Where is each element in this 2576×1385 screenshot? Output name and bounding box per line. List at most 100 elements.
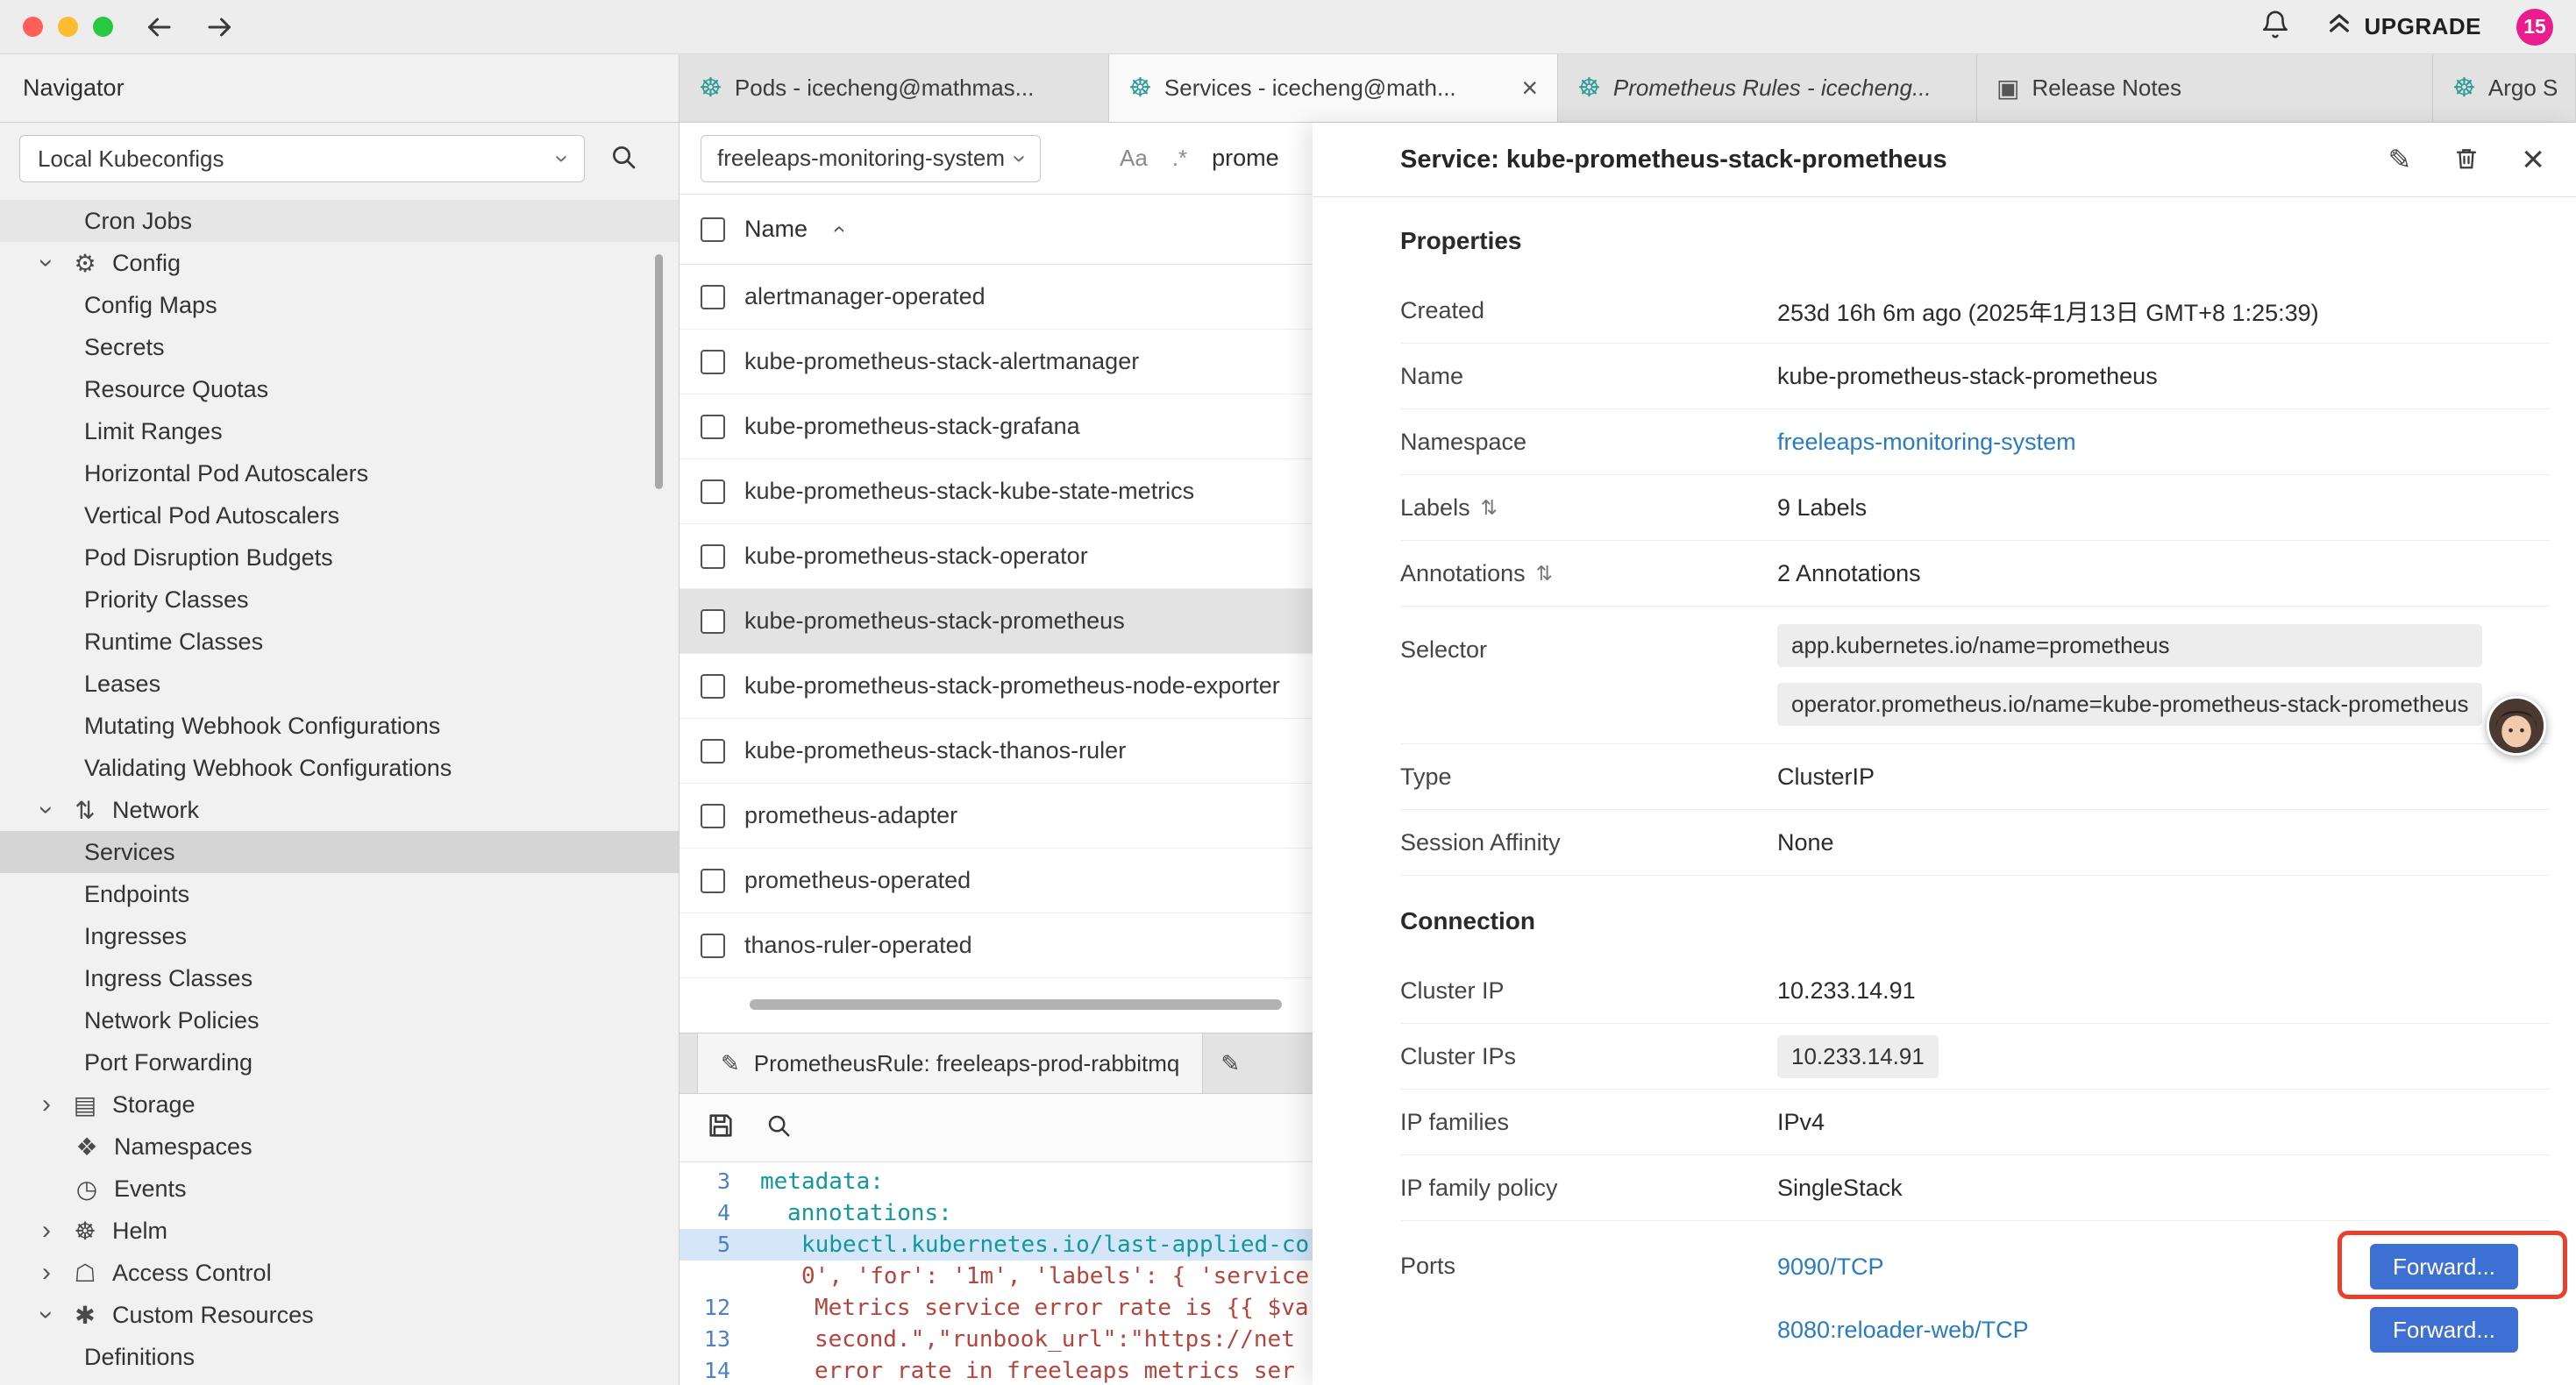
sidebar-group-helm[interactable]: › ☸ Helm [0, 1210, 679, 1252]
tab-argo[interactable]: ☸ Argo S [2433, 54, 2576, 122]
tab-release-notes[interactable]: ▣ Release Notes [1977, 54, 2433, 122]
table-row[interactable]: prometheus-operated [680, 849, 1313, 913]
sidebar-item-port-forwarding[interactable]: Port Forwarding [0, 1041, 679, 1083]
kubeconfig-select[interactable]: Local Kubeconfigs › [19, 135, 585, 182]
tab-prometheus-rules[interactable]: ☸ Prometheus Rules - icecheng... [1558, 54, 1977, 122]
bell-icon[interactable] [2260, 10, 2290, 44]
sidebar-item-definitions[interactable]: Definitions [0, 1336, 679, 1378]
sidebar-item-limit-ranges[interactable]: Limit Ranges [0, 410, 679, 452]
select-all-checkbox[interactable] [701, 217, 725, 242]
row-checkbox[interactable] [701, 804, 725, 828]
horizontal-scrollbar[interactable] [750, 999, 1282, 1010]
editor-line: 13second.","runbook_url":"https://net [680, 1324, 1313, 1355]
editor-line: 12Metrics service error rate is {{ $va [680, 1292, 1313, 1324]
sidebar-item-leases[interactable]: Leases [0, 663, 679, 705]
sidebar-item-horizontal-pod-autoscalers[interactable]: Horizontal Pod Autoscalers [0, 452, 679, 494]
row-checkbox[interactable] [701, 350, 725, 374]
titlebar: UPGRADE 15 [0, 0, 2576, 54]
sidebar-group-access-control[interactable]: › ☖ Access Control [0, 1252, 679, 1294]
table-row[interactable]: kube-prometheus-stack-alertmanager [680, 330, 1313, 394]
sidebar-group-network[interactable]: › ⇅ Network [0, 789, 679, 831]
sidebar-item-config-maps[interactable]: Config Maps [0, 284, 679, 326]
row-checkbox[interactable] [701, 415, 725, 439]
port-link-8080-reloader-web[interactable]: 8080:reloader-web/TCP [1777, 1317, 2029, 1344]
table-row[interactable]: prometheus-adapter [680, 784, 1313, 849]
sidebar-item-secrets[interactable]: Secrets [0, 326, 679, 368]
table-row[interactable]: kube-prometheus-stack-operator [680, 524, 1313, 589]
drawer-title: Service: kube-prometheus-stack-prometheu… [1400, 146, 1947, 174]
notes-icon: ▣ [1996, 74, 2019, 103]
tab-services[interactable]: ☸ Services - icecheng@math... × [1109, 54, 1558, 122]
ip-families-row: IP families IPv4 [1400, 1090, 2550, 1155]
match-case-toggle[interactable]: Aa [1120, 145, 1148, 172]
avatar[interactable] [2487, 696, 2546, 756]
notification-count-badge[interactable]: 15 [2516, 9, 2553, 46]
row-checkbox[interactable] [701, 934, 725, 958]
maximize-window-button[interactable] [93, 17, 113, 37]
sidebar-search-icon[interactable] [609, 143, 637, 175]
sidebar-item-network-policies[interactable]: Network Policies [0, 999, 679, 1041]
regex-toggle[interactable]: .* [1172, 145, 1187, 172]
sidebar-item-cron-jobs[interactable]: Cron Jobs [0, 200, 679, 242]
close-window-button[interactable] [23, 17, 43, 37]
yaml-editor[interactable]: 3metadata: 4annotations: 5kubectl.kubern… [680, 1162, 1313, 1385]
row-checkbox[interactable] [701, 674, 725, 699]
row-checkbox[interactable] [701, 285, 725, 309]
sidebar-item-events[interactable]: ◷ Events [0, 1168, 679, 1210]
namespace-link[interactable]: freeleaps-monitoring-system [1777, 429, 2076, 456]
expand-toggle-icon[interactable]: ⇅ [1481, 496, 1498, 520]
table-row[interactable]: kube-prometheus-stack-grafana [680, 394, 1313, 459]
chevron-down-icon: › [1006, 154, 1034, 162]
services-list-panel: freeleaps-monitoring-system › Aa .* prom… [680, 123, 1313, 1385]
port-link-9090[interactable]: 9090/TCP [1777, 1254, 1884, 1281]
sidebar-item-namespaces[interactable]: ❖ Namespaces [0, 1126, 679, 1168]
table-row[interactable]: kube-prometheus-stack-thanos-ruler [680, 719, 1313, 784]
sidebar-scrollbar[interactable] [655, 254, 663, 489]
save-icon[interactable] [706, 1111, 736, 1145]
trash-icon[interactable] [2453, 144, 2480, 176]
forward-button[interactable]: Forward... [2370, 1307, 2518, 1353]
row-checkbox[interactable] [701, 739, 725, 764]
sidebar-item-resource-quotas[interactable]: Resource Quotas [0, 368, 679, 410]
upgrade-button[interactable]: UPGRADE [2325, 10, 2481, 44]
table-row[interactable]: kube-prometheus-stack-kube-state-metrics [680, 459, 1313, 524]
sidebar-item-vertical-pod-autoscalers[interactable]: Vertical Pod Autoscalers [0, 494, 679, 536]
forward-button[interactable]: Forward... [2370, 1244, 2518, 1289]
sidebar-item-mutating-webhook-configurations[interactable]: Mutating Webhook Configurations [0, 705, 679, 747]
editor-search-icon[interactable] [765, 1112, 792, 1143]
name-column-header[interactable]: Name [744, 216, 808, 243]
row-checkbox[interactable] [701, 479, 725, 504]
sidebar-item-pod-disruption-budgets[interactable]: Pod Disruption Budgets [0, 536, 679, 579]
search-input[interactable]: prome [1212, 145, 1279, 172]
pencil-icon: ✎ [721, 1050, 740, 1077]
sidebar-group-storage[interactable]: › ▤ Storage [0, 1083, 679, 1126]
table-row[interactable]: kube-prometheus-stack-prometheus-node-ex… [680, 654, 1313, 719]
row-checkbox[interactable] [701, 544, 725, 569]
sidebar-item-ingresses[interactable]: Ingresses [0, 915, 679, 957]
tab-pods[interactable]: ☸ Pods - icecheng@mathmas... [680, 54, 1109, 122]
dock-tab-partial[interactable]: ✎ [1203, 1033, 1257, 1093]
row-checkbox[interactable] [701, 609, 725, 634]
sidebar-group-config[interactable]: › ⚙ Config [0, 242, 679, 284]
sidebar-item-endpoints[interactable]: Endpoints [0, 873, 679, 915]
table-row[interactable]: alertmanager-operated [680, 265, 1313, 330]
edit-icon[interactable]: ✎ [2387, 143, 2411, 176]
close-icon[interactable]: × [2522, 140, 2544, 179]
expand-toggle-icon[interactable]: ⇅ [1536, 562, 1553, 586]
back-icon[interactable] [143, 11, 174, 43]
namespace-select[interactable]: freeleaps-monitoring-system › [701, 135, 1041, 182]
sidebar-item-runtime-classes[interactable]: Runtime Classes [0, 621, 679, 663]
sidebar-item-priority-classes[interactable]: Priority Classes [0, 579, 679, 621]
forward-icon[interactable] [204, 11, 236, 43]
navigator-sidebar: Navigator Local Kubeconfigs › Cron Jobs … [0, 54, 680, 1385]
dock-tab-prometheusrule[interactable]: ✎ PrometheusRule: freeleaps-prod-rabbitm… [697, 1033, 1203, 1093]
sidebar-item-ingress-classes[interactable]: Ingress Classes [0, 957, 679, 999]
table-row-selected[interactable]: kube-prometheus-stack-prometheus [680, 589, 1313, 654]
sidebar-group-custom-resources[interactable]: › ✱ Custom Resources [0, 1294, 679, 1336]
sidebar-item-validating-webhook-configurations[interactable]: Validating Webhook Configurations [0, 747, 679, 789]
minimize-window-button[interactable] [58, 17, 78, 37]
sidebar-item-services[interactable]: Services [0, 831, 679, 873]
close-icon[interactable]: × [1512, 72, 1538, 104]
table-row[interactable]: thanos-ruler-operated [680, 913, 1313, 978]
row-checkbox[interactable] [701, 869, 725, 893]
